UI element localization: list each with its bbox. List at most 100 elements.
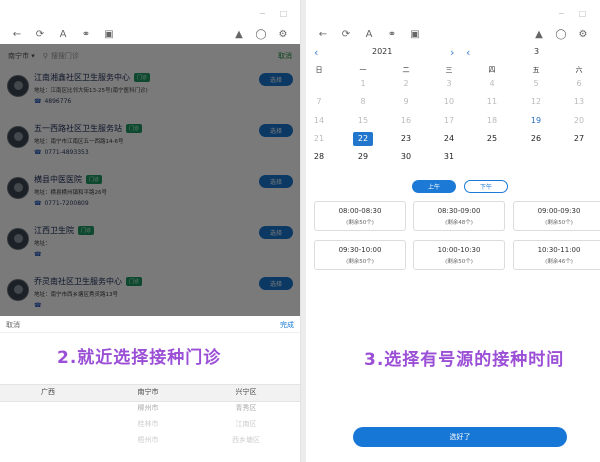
district-column[interactable]: 兴宁区 青秀区 江南区 西乡塘区	[196, 384, 296, 448]
search-input[interactable]: ⚲ 搜搜门诊	[43, 51, 79, 61]
calendar-day[interactable]: 19	[526, 114, 546, 128]
calendar-day[interactable]: 20	[569, 114, 589, 128]
calendar-day[interactable]: 10	[439, 95, 459, 109]
picker-option[interactable]: 柳州市	[98, 400, 198, 416]
city-column[interactable]: 南宁市 柳州市 桂林市 梧州市	[98, 384, 198, 448]
back-arrow-icon[interactable]: ←	[10, 28, 24, 42]
calendar-day[interactable]: 29	[353, 150, 373, 164]
morning-button[interactable]: 上午	[412, 180, 456, 193]
calendar-day[interactable]: 8	[353, 95, 373, 109]
calendar-day[interactable]: 15	[353, 114, 373, 128]
weekday-label: 二	[402, 66, 410, 74]
calendar-day[interactable]: 7	[309, 95, 329, 109]
time-slot[interactable]: 09:00-09:30 (剩余50个)	[513, 201, 600, 231]
picker-done-button[interactable]: 完成	[280, 320, 294, 330]
back-arrow-icon[interactable]: ←	[316, 28, 330, 42]
font-icon[interactable]: A	[362, 28, 376, 42]
choose-button[interactable]: 选择	[259, 277, 293, 290]
list-item[interactable]: 横县中医医院 门诊 地址：横县横州镇和平路26号 ☎ 0771-7200809 选择	[0, 168, 300, 219]
time-slot[interactable]: 09:30-10:00 (剩余50个)	[314, 240, 406, 270]
calendar-day[interactable]: 4	[482, 77, 502, 91]
region-picker[interactable]: 广西 南宁市 柳州市 桂林市 梧州市 兴宁区 青秀区 江南区 西乡塘区	[0, 384, 300, 462]
calendar-day[interactable]: 17	[439, 114, 459, 128]
calendar-day[interactable]: 1	[353, 77, 373, 91]
chevron-left-icon[interactable]: ‹	[466, 47, 470, 58]
calendar-day[interactable]: 26	[526, 132, 546, 146]
picker-option[interactable]: 梧州市	[98, 432, 198, 448]
calendar-day[interactable]: 27	[569, 132, 589, 146]
calendar-day[interactable]: 25	[482, 132, 502, 146]
calendar-day[interactable]: 3	[439, 77, 459, 91]
refresh-icon[interactable]: ⟳	[33, 28, 47, 42]
calendar-day[interactable]: 18	[482, 114, 502, 128]
calendar-day[interactable]: 2	[396, 77, 416, 91]
clinic-name: 横县中医医院	[34, 175, 82, 184]
calendar-day[interactable]: 16	[396, 114, 416, 128]
gear-icon[interactable]: ⚙	[576, 28, 590, 42]
time-slot[interactable]: 08:00-08:30 (剩余50个)	[314, 201, 406, 231]
share-icon[interactable]: ▲	[532, 28, 546, 42]
city-selector[interactable]: 南宁市 ▾	[8, 51, 35, 61]
calendar-day[interactable]: 22	[353, 132, 373, 146]
calendar-day[interactable]: 14	[309, 114, 329, 128]
gear-icon[interactable]: ⚙	[276, 28, 290, 42]
time-slot[interactable]: 10:00-10:30 (剩余50个)	[413, 240, 505, 270]
calendar-header: ‹ 2021 › ‹ 3	[306, 47, 600, 61]
toolbar: ← ⟳ A ⚭ ▣ ▲ ◯ ⚙	[0, 26, 300, 44]
calendar-icon[interactable]: ▣	[408, 28, 422, 42]
calendar-icon[interactable]: ▣	[102, 28, 116, 42]
slot-time: 08:00-08:30	[338, 207, 382, 215]
settings-icon[interactable]: ◯	[254, 28, 268, 42]
list-item[interactable]: 江南湘鑫社区卫生服务中心 门诊 地址：江南区比邻大街13-25号(南宁医科门诊) …	[0, 66, 300, 117]
clinic-address: 地址：南宁市西乡塘区秀灵路13号	[34, 292, 118, 298]
minimize-icon[interactable]: −	[558, 10, 565, 18]
restore-icon[interactable]: □	[280, 10, 288, 18]
picker-option[interactable]: 广西	[0, 384, 98, 400]
calendar-day[interactable]: 30	[396, 150, 416, 164]
avatar	[7, 279, 29, 301]
list-item[interactable]: 乔灵南社区卫生服务中心 门诊 地址：南宁市西乡塘区秀灵路13号 ☎ 选择	[0, 270, 300, 321]
share-icon[interactable]: ▲	[232, 28, 246, 42]
calendar-day[interactable]: 9	[396, 95, 416, 109]
cancel-search-button[interactable]: 取消	[278, 51, 292, 61]
calendar-day[interactable]: 31	[439, 150, 459, 164]
clinic-tag: 门诊	[134, 73, 151, 82]
picker-option[interactable]: 桂林市	[98, 416, 198, 432]
minimize-icon[interactable]: −	[259, 10, 266, 18]
calendar-day[interactable]: 6	[569, 77, 589, 91]
list-item[interactable]: 江西卫生院 门诊 地址： ☎ 选择	[0, 219, 300, 270]
calendar-day[interactable]: 13	[569, 95, 589, 109]
refresh-icon[interactable]: ⟳	[339, 28, 353, 42]
picker-option[interactable]: 南宁市	[98, 384, 198, 400]
link-icon[interactable]: ⚭	[79, 28, 93, 42]
font-icon[interactable]: A	[56, 28, 70, 42]
province-column[interactable]: 广西	[0, 384, 98, 400]
picker-cancel-button[interactable]: 取消	[6, 320, 20, 330]
restore-icon[interactable]: □	[579, 10, 587, 18]
calendar-day[interactable]: 11	[482, 95, 502, 109]
calendar-day[interactable]: 23	[396, 132, 416, 146]
time-slot[interactable]: 08:30-09:00 (剩余48个)	[413, 201, 505, 231]
calendar-day[interactable]: 21	[309, 132, 329, 146]
choose-button[interactable]: 选择	[259, 73, 293, 86]
calendar-day[interactable]: 5	[526, 77, 546, 91]
picker-option[interactable]: 兴宁区	[196, 384, 296, 400]
chevron-left-icon[interactable]: ‹	[314, 47, 318, 58]
calendar-day[interactable]: 24	[439, 132, 459, 146]
list-item[interactable]: 五一西路社区卫生服务站 门诊 地址：南宁市江南区五一西路14-6号 ☎ 0771-4…	[0, 117, 300, 168]
picker-option[interactable]: 西乡塘区	[196, 432, 296, 448]
picker-option[interactable]: 青秀区	[196, 400, 296, 416]
clinic-tag: 门诊	[126, 124, 143, 133]
choose-button[interactable]: 选择	[259, 124, 293, 137]
confirm-button[interactable]: 选好了	[353, 427, 567, 447]
settings-icon[interactable]: ◯	[554, 28, 568, 42]
choose-button[interactable]: 选择	[259, 226, 293, 239]
calendar-day[interactable]: 28	[309, 150, 329, 164]
choose-button[interactable]: 选择	[259, 175, 293, 188]
picker-option[interactable]: 江南区	[196, 416, 296, 432]
afternoon-button[interactable]: 下午	[464, 180, 508, 193]
chevron-right-icon[interactable]: ›	[450, 47, 454, 58]
time-slot[interactable]: 10:30-11:00 (剩余46个)	[513, 240, 600, 270]
link-icon[interactable]: ⚭	[385, 28, 399, 42]
calendar-day[interactable]: 12	[526, 95, 546, 109]
